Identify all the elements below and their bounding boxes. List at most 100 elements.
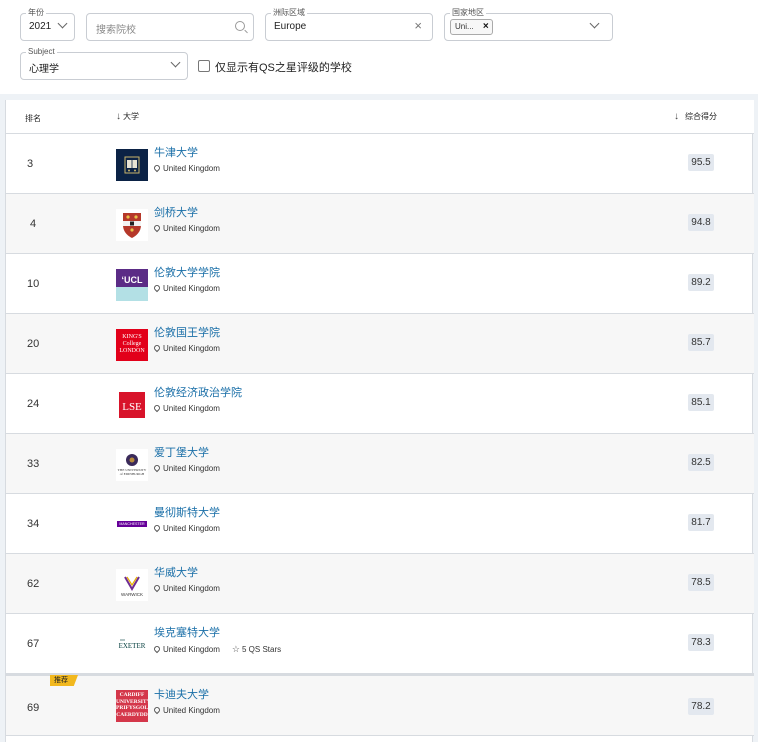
- location: United Kingdom: [152, 583, 220, 593]
- university-logo[interactable]: THE UNIVERSITY of EDINBURGH: [116, 449, 148, 481]
- university-name-link[interactable]: 埃克塞特大学: [154, 624, 220, 640]
- country-select[interactable]: 国家地区 Uni... ×: [444, 7, 613, 41]
- university-logo[interactable]: [116, 209, 148, 241]
- rank-value: 69: [27, 702, 40, 714]
- university-name-link[interactable]: 华威大学: [154, 564, 198, 580]
- region-value: Europe: [274, 21, 307, 32]
- rank-value: 10: [27, 278, 40, 290]
- table-row[interactable]: 20 KING'S College LONDON 伦敦国王学院 United K…: [6, 314, 754, 374]
- score-column-header[interactable]: ↓ 综合得分: [674, 111, 717, 122]
- ucl-logo-icon: ‘UCL: [116, 269, 148, 301]
- location-pin-icon: [152, 163, 162, 173]
- table-header: 排名 ↓ 大学 ↓ 综合得分: [6, 100, 754, 134]
- university-logo[interactable]: CARDIFF UNIVERSITY PRIFYSGOL CAERDYDD: [116, 690, 148, 722]
- rank-value: 62: [27, 578, 40, 590]
- search-icon[interactable]: [235, 21, 245, 31]
- university-name-link[interactable]: 曼彻斯特大学: [154, 504, 220, 520]
- arrow-down-icon: ↓: [674, 111, 679, 122]
- location-pin-icon: [152, 583, 162, 593]
- edinburgh-logo-text: THE UNIVERSITY of EDINBURGH: [117, 468, 147, 476]
- oxford-crest-icon: [116, 149, 148, 181]
- chevron-down-icon: [589, 18, 600, 29]
- country-legend: 国家地区: [450, 7, 486, 19]
- cardiff-logo-icon: CARDIFF UNIVERSITY PRIFYSGOL CAERDYDD: [116, 690, 148, 722]
- university-logo[interactable]: ‘UCL: [116, 269, 148, 301]
- university-name-link[interactable]: 爱丁堡大学: [154, 444, 209, 460]
- location-label: United Kingdom: [163, 404, 220, 413]
- university-name-link[interactable]: 伦敦国王学院: [154, 324, 220, 340]
- university-name-link[interactable]: 卡迪夫大学: [154, 686, 209, 702]
- warwick-logo-text: WARWICK: [121, 592, 143, 597]
- location: United Kingdom: [152, 523, 220, 533]
- location-label: United Kingdom: [163, 524, 220, 533]
- manchester-logo-text: MANCHESTER 1824: [119, 522, 145, 532]
- university-logo[interactable]: WARWICK: [116, 569, 148, 601]
- score-badge: 78.2: [688, 698, 714, 715]
- warwick-logo-icon: WARWICK: [116, 569, 148, 601]
- recommended-badge: 推荐: [50, 675, 78, 686]
- table-row[interactable]: 34 MANCHESTER 1824 曼彻斯特大学 United Kingdom…: [6, 494, 754, 554]
- university-column-header[interactable]: ↓ 大学: [116, 111, 139, 122]
- location-pin-icon: [152, 343, 162, 353]
- location-label: United Kingdom: [163, 706, 220, 715]
- chevron-down-icon: [57, 18, 68, 29]
- region-select[interactable]: 洲际区域 Europe ×: [265, 7, 433, 41]
- qs-stars-rating: ☆ 5 QS Stars: [232, 644, 282, 654]
- score-badge: 78.5: [688, 574, 714, 591]
- score-badge: 95.5: [688, 154, 714, 171]
- edinburgh-crest-icon: THE UNIVERSITY of EDINBURGH: [116, 449, 148, 481]
- rankings-table: 排名 ↓ 大学 ↓ 综合得分 3 牛津大学 United Kingdom 95.5 …: [5, 100, 754, 742]
- university-logo[interactable]: EXETER: [116, 629, 148, 661]
- table-row[interactable]: 推荐 69 CARDIFF UNIVERSITY PRIFYSGOL CAERD…: [6, 674, 754, 736]
- university-name-link[interactable]: 剑桥大学: [154, 204, 198, 220]
- score-badge: 82.5: [688, 454, 714, 471]
- exeter-logo-text: EXETER: [119, 642, 146, 650]
- table-row[interactable]: 33 THE UNIVERSITY of EDINBURGH 爱丁堡大学 Uni…: [6, 434, 754, 494]
- location: United Kingdom: [152, 283, 220, 293]
- subject-select[interactable]: Subject 心理学: [20, 46, 188, 80]
- chip-remove-icon[interactable]: ×: [483, 20, 489, 34]
- university-logo[interactable]: MANCHESTER 1824: [116, 509, 148, 541]
- location-label: United Kingdom: [163, 224, 220, 233]
- score-badge: 85.7: [688, 334, 714, 351]
- table-row[interactable]: 4 剑桥大学 United Kingdom 94.8: [6, 194, 754, 254]
- lse-logo-text: LSE: [122, 401, 142, 413]
- qs-stars-checkbox[interactable]: [198, 60, 210, 72]
- year-select[interactable]: 年份 2021: [20, 7, 75, 41]
- exeter-logo-icon: EXETER: [116, 629, 148, 661]
- qs-stars-label: 5 QS Stars: [242, 645, 282, 654]
- location-label: United Kingdom: [163, 584, 220, 593]
- location: United Kingdom: [152, 463, 220, 473]
- table-row[interactable]: 67 EXETER 埃克塞特大学 United Kingdom ☆ 5 QS Sta…: [6, 614, 754, 674]
- location-label: United Kingdom: [163, 645, 220, 654]
- location: United Kingdom: [152, 705, 220, 715]
- location-label: United Kingdom: [163, 344, 220, 353]
- university-logo[interactable]: KING'S College LONDON: [116, 329, 148, 361]
- search-placeholder: 搜索院校: [96, 25, 136, 36]
- university-name-link[interactable]: 牛津大学: [154, 144, 198, 160]
- country-chip[interactable]: Uni... ×: [450, 19, 493, 35]
- location-pin-icon: [152, 705, 162, 715]
- university-logo[interactable]: [116, 149, 148, 181]
- arrow-down-icon: ↓: [116, 111, 121, 122]
- table-row[interactable]: 24 LSE 伦敦经济政治学院 United Kingdom 85.1: [6, 374, 754, 434]
- rank-value: 24: [27, 398, 40, 410]
- location-pin-icon: [152, 223, 162, 233]
- lse-logo-icon: LSE: [116, 389, 148, 421]
- kings-logo-text: KING'S College LONDON: [119, 334, 145, 354]
- table-row[interactable]: 62 WARWICK 华威大学 United Kingdom 78.5: [6, 554, 754, 614]
- location-label: United Kingdom: [163, 464, 220, 473]
- table-row[interactable]: 3 牛津大学 United Kingdom 95.5: [6, 134, 754, 194]
- location: United Kingdom: [152, 223, 220, 233]
- table-row[interactable]: 10 ‘UCL 伦敦大学学院 United Kingdom 89.2: [6, 254, 754, 314]
- search-input[interactable]: 搜索院校: [86, 13, 254, 41]
- university-logo[interactable]: LSE: [116, 389, 148, 421]
- university-name-link[interactable]: 伦敦经济政治学院: [154, 384, 242, 400]
- close-icon[interactable]: ×: [414, 19, 422, 33]
- location-pin-icon: [152, 463, 162, 473]
- rank-value: 4: [30, 218, 37, 230]
- rank-column-header[interactable]: 排名: [25, 113, 41, 124]
- location: United Kingdom ☆ 5 QS Stars: [152, 644, 282, 655]
- university-name-link[interactable]: 伦敦大学学院: [154, 264, 220, 280]
- year-legend: 年份: [26, 7, 46, 19]
